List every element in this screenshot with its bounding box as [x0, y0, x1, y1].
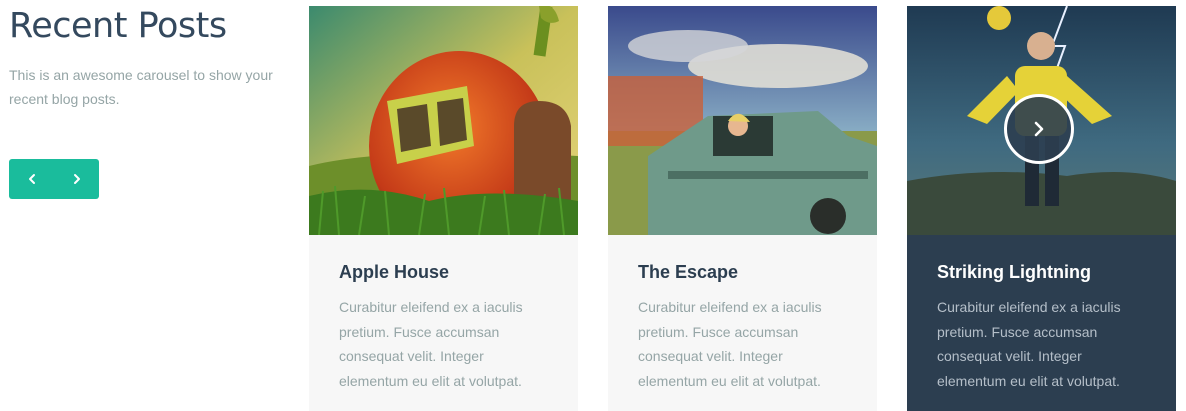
post-body: Apple House Curabitur eleifend ex a iacu… — [309, 235, 578, 393]
chevron-left-icon — [28, 174, 35, 184]
post-title[interactable]: Striking Lightning — [937, 259, 1146, 285]
post-card[interactable]: Striking Lightning Curabitur eleifend ex… — [907, 6, 1176, 411]
next-button[interactable] — [54, 159, 99, 199]
post-body: The Escape Curabitur eleifend ex a iacul… — [608, 235, 877, 393]
open-post-button[interactable] — [1004, 94, 1074, 164]
post-card[interactable]: The Escape Curabitur eleifend ex a iacul… — [608, 6, 877, 411]
post-thumbnail-apple-house[interactable] — [309, 6, 578, 235]
prev-button[interactable] — [9, 159, 54, 199]
post-title[interactable]: The Escape — [638, 259, 847, 285]
post-thumbnail-striking-lightning[interactable] — [907, 6, 1176, 235]
carousel-nav — [9, 159, 99, 199]
post-card[interactable]: Apple House Curabitur eleifend ex a iacu… — [309, 6, 578, 411]
post-excerpt: Curabitur eleifend ex a iaculis pretium.… — [638, 299, 822, 389]
post-excerpt: Curabitur eleifend ex a iaculis pretium.… — [339, 299, 523, 389]
carousel-intro: Recent Posts This is an awesome carousel… — [9, 4, 289, 111]
post-body: Striking Lightning Curabitur eleifend ex… — [907, 235, 1176, 393]
section-title: Recent Posts — [9, 6, 227, 46]
post-title[interactable]: Apple House — [339, 259, 548, 285]
post-thumbnail-the-escape[interactable] — [608, 6, 877, 235]
chevron-right-icon — [73, 174, 80, 184]
chevron-right-icon — [1034, 121, 1044, 137]
post-excerpt: Curabitur eleifend ex a iaculis pretium.… — [937, 299, 1121, 389]
section-description: This is an awesome carousel to show your… — [9, 67, 273, 107]
